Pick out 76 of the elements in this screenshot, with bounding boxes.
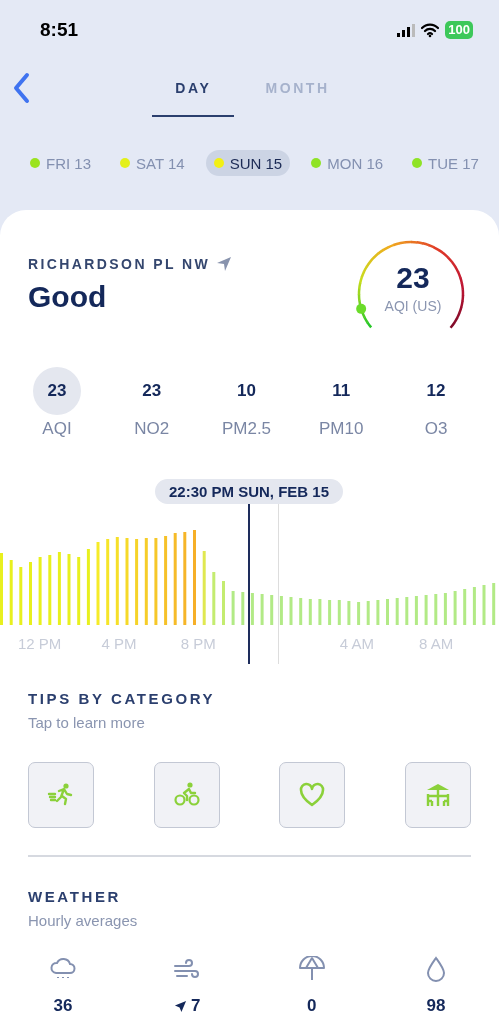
wind-direction-icon	[174, 999, 188, 1013]
chart-bar	[434, 594, 438, 625]
chart-bar	[250, 593, 254, 625]
chart-bar	[231, 591, 235, 625]
chart-bar	[463, 589, 467, 625]
axis-label: 12 PM	[16, 635, 63, 652]
location-arrow-icon	[216, 256, 233, 272]
section-subtitle: Hourly averages	[28, 912, 138, 929]
aqi-value: 23	[395, 261, 431, 295]
pollutant-tab[interactable]: 23 NO2	[116, 367, 187, 470]
chart-bar	[270, 595, 274, 625]
axis-label: 8 PM	[179, 635, 217, 652]
heart-icon	[298, 781, 327, 809]
pollutant-tab[interactable]: 23 AQI	[22, 367, 92, 470]
chart-bar	[9, 560, 13, 625]
chart-bar	[241, 592, 245, 625]
tip-category-button[interactable]	[279, 762, 346, 828]
chart-bar	[222, 581, 225, 625]
chart-bar	[29, 562, 32, 625]
chart-bar	[357, 602, 361, 625]
chart-bar	[414, 596, 418, 625]
pollutant-tab[interactable]: 10 PM2.5	[211, 367, 282, 470]
back-icon[interactable]	[12, 72, 32, 104]
chart-bar	[38, 557, 42, 625]
time-cursor[interactable]	[248, 504, 250, 664]
chart-bar	[67, 554, 71, 625]
chart-bar	[482, 585, 486, 625]
section-subtitle: Tap to learn more	[28, 714, 145, 731]
chart-bar	[299, 598, 303, 625]
section-heading: WEATHER	[28, 888, 121, 905]
weather-value: 0	[306, 996, 317, 1016]
chart-bar	[260, 594, 264, 625]
weather-value: 36	[53, 996, 73, 1016]
pollutant-tab[interactable]: 11 PM10	[306, 367, 377, 470]
axis-label: 4 PM	[100, 635, 138, 652]
chart-bar	[77, 557, 81, 625]
chart-bar	[472, 587, 476, 625]
chart-bar	[424, 595, 428, 625]
chart-bar	[443, 593, 447, 625]
axis-label: 4 AM	[338, 635, 375, 652]
chart-bar	[19, 567, 23, 625]
weather-value: 98	[426, 996, 446, 1016]
chart-bar	[366, 601, 370, 625]
signal-icon	[397, 23, 416, 37]
axis-label: 8 AM	[418, 635, 455, 652]
chart-bar	[376, 600, 380, 625]
tip-category-button[interactable]	[404, 762, 471, 828]
chart-bar	[453, 591, 457, 625]
chart-bar	[48, 555, 52, 625]
chart-bar	[289, 597, 293, 625]
tab[interactable]: DAY	[152, 60, 235, 117]
chart-bar	[337, 600, 341, 625]
pollutant-tab[interactable]: 12 O3	[401, 367, 471, 470]
chart-bar	[212, 572, 216, 625]
weather-value: 7	[191, 996, 201, 1016]
chart-bar	[492, 583, 496, 625]
chart-bar	[386, 599, 389, 625]
tip-category-button[interactable]	[153, 762, 220, 828]
chart-bar	[318, 599, 322, 625]
location-name: RICHARDSON PL NW	[28, 256, 211, 272]
chart-bar	[279, 596, 283, 625]
chart-bar	[308, 599, 312, 625]
chart-bar	[395, 598, 399, 625]
section-heading: TIPS BY CATEGORY	[28, 690, 216, 707]
air-quality-category: Good	[28, 280, 107, 314]
battery-icon: 100	[445, 21, 473, 39]
chart-bar	[405, 597, 409, 625]
day-chip[interactable]: SUN 15	[205, 150, 291, 176]
aqi-unit: AQI (US)	[383, 298, 443, 314]
chart-bar	[347, 601, 351, 625]
tip-category-button[interactable]	[28, 762, 94, 828]
chart-bar	[328, 600, 332, 625]
chart-bar	[0, 553, 3, 625]
wifi-icon	[421, 22, 440, 38]
clock-time: 8:51	[40, 19, 79, 41]
time-tooltip: 22:30 PM SUN, FEB 15	[155, 479, 344, 504]
